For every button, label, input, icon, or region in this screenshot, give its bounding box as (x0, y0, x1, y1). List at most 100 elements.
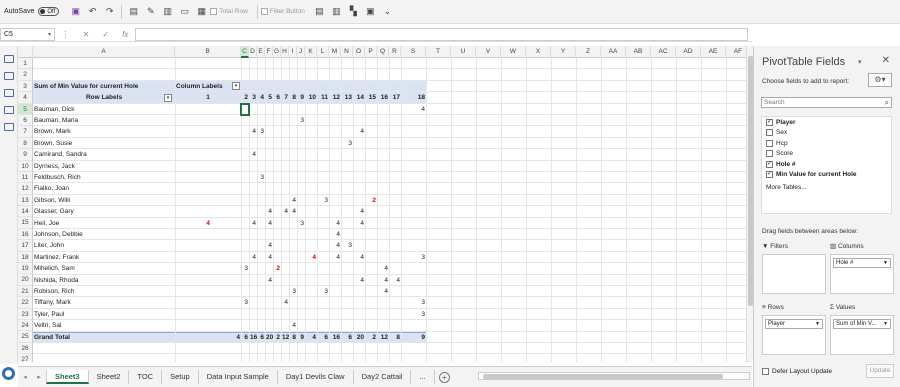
pivot-value[interactable]: 4 (354, 275, 364, 286)
pivot-values-header[interactable]: Sum of Min Value for current Hole (34, 81, 174, 92)
grand-total-value[interactable]: 2 (274, 332, 280, 343)
hole-header[interactable]: 3 (250, 92, 256, 103)
field-checkbox[interactable] (766, 150, 773, 158)
row-header-7[interactable]: 7 (18, 126, 32, 138)
hole-header[interactable]: 16 (378, 92, 388, 103)
column-header-k[interactable]: K (305, 46, 317, 58)
column-header-t[interactable]: T (426, 46, 451, 58)
settings-gear-icon[interactable] (2, 367, 15, 380)
pivot-value[interactable]: 3 (318, 286, 328, 297)
row-header-24[interactable]: 24 (18, 320, 32, 332)
hole-header[interactable]: 12 (330, 92, 340, 103)
chevron-down-icon[interactable]: ▼ (883, 320, 888, 328)
pivot-value[interactable]: 4 (266, 252, 272, 263)
field-item[interactable]: Score (762, 149, 891, 160)
row-header-19[interactable]: 19 (18, 263, 32, 275)
pivot-value[interactable]: 3 (298, 115, 304, 126)
pivot-value[interactable]: 4 (354, 126, 364, 137)
update-button[interactable]: Update (866, 364, 894, 378)
grand-total-value[interactable]: 16 (250, 332, 257, 343)
column-header-q[interactable]: Q (377, 46, 389, 58)
player-name[interactable]: Camirand, Sandra (34, 149, 174, 160)
row-header-22[interactable]: 22 (18, 297, 32, 309)
grand-total-value[interactable]: 20 (354, 332, 364, 343)
rows-field-pill[interactable]: Player ▼ (765, 319, 823, 329)
pivot-value[interactable]: 4 (250, 218, 256, 229)
row-header-25[interactable]: 25 (18, 331, 32, 343)
row-header-16[interactable]: 16 (18, 229, 32, 241)
checker-icon[interactable]: ▚ (348, 6, 359, 17)
player-name[interactable]: Heil, Joe (34, 218, 174, 229)
chart-view-icon[interactable] (3, 106, 14, 114)
column-header-v[interactable]: V (476, 46, 501, 58)
pivot-value[interactable]: 4 (250, 252, 256, 263)
pivot-value[interactable]: 4 (390, 275, 400, 286)
picture-icon[interactable]: ▣ (365, 6, 376, 17)
column-header-y[interactable]: Y (551, 46, 576, 58)
player-name[interactable]: Brown, Susie (34, 138, 174, 149)
column-header-n[interactable]: N (341, 46, 353, 58)
row-header-11[interactable]: 11 (18, 172, 32, 184)
columns-field-pill[interactable]: Hole # ▼ (833, 258, 891, 268)
pivot-value[interactable]: 3 (402, 252, 425, 263)
pivot-value[interactable]: 4 (290, 206, 296, 217)
columns-area[interactable]: ▥ Columns Hole # ▼ (830, 242, 894, 294)
add-sheet-icon[interactable]: + (438, 371, 450, 383)
grid-icon[interactable]: ▦ (196, 6, 207, 17)
column-header-af[interactable]: AF (726, 46, 746, 58)
column-header-aa[interactable]: AA (601, 46, 626, 58)
edit-icon[interactable]: ✎ (145, 6, 156, 17)
column-header-f[interactable]: F (265, 46, 273, 58)
pivot-value[interactable]: 4 (282, 297, 288, 308)
pivot-value[interactable]: 3 (342, 240, 352, 251)
column-header-l[interactable]: L (317, 46, 329, 58)
defer-checkbox[interactable] (762, 368, 769, 375)
tab-prev-icon[interactable]: ◂ (18, 373, 32, 381)
column-header-o[interactable]: O (353, 46, 365, 58)
pivot-value[interactable]: 4 (354, 252, 364, 263)
formula-input[interactable] (135, 27, 748, 41)
row-header-26[interactable]: 26 (18, 343, 32, 355)
pivot-value[interactable]: 3 (298, 218, 304, 229)
redo-icon[interactable]: ↷ (104, 6, 115, 17)
form-icon[interactable]: ▭ (179, 6, 190, 17)
sheet-tab[interactable]: Sheet3 (46, 370, 89, 384)
field-checkbox[interactable]: ✓ (766, 171, 773, 179)
column-labels-header[interactable]: Column Labels (176, 81, 240, 92)
row-labels-filter-icon[interactable]: ▾ (164, 93, 172, 102)
sheet-tab[interactable]: TOC (129, 370, 163, 384)
field-checkbox[interactable]: ✓ (766, 118, 773, 126)
chevron-down-icon[interactable]: ▼ (883, 259, 888, 267)
hole-header[interactable]: 6 (274, 92, 280, 103)
hole-header[interactable]: 14 (354, 92, 364, 103)
sheet-tab[interactable]: Data Input Sample (199, 370, 278, 384)
pivot-value[interactable]: 4 (330, 252, 340, 263)
row-header-2[interactable]: 2 (18, 69, 32, 81)
chevron-down-icon[interactable]: ▾ (48, 31, 51, 38)
autosave-toggle[interactable]: Off (38, 7, 60, 16)
field-item[interactable]: ✓ Player (762, 117, 891, 128)
player-name[interactable]: Martinez, Frank (34, 252, 174, 263)
row-header-6[interactable]: 6 (18, 115, 32, 127)
enter-icon[interactable]: ✓ (102, 30, 109, 39)
pivot-value[interactable]: 4 (266, 240, 272, 251)
values-field-pill[interactable]: Sum of Min V... ▼ (833, 319, 891, 329)
pivot-value[interactable]: 4 (250, 126, 256, 137)
search-icon[interactable]: ⌕ (885, 98, 889, 107)
values-dropzone[interactable]: Sum of Min V... ▼ (830, 315, 894, 355)
scroll-thumb[interactable] (483, 374, 723, 379)
rows-area[interactable]: ≡ Rows Player ▼ (762, 303, 826, 355)
select-all-corner[interactable] (18, 46, 33, 58)
pivot-value[interactable]: 4 (378, 275, 388, 286)
row-header-5[interactable]: 5 (18, 103, 32, 115)
row-header-8[interactable]: 8 (18, 138, 32, 150)
pivot-value[interactable]: 3 (258, 126, 264, 137)
field-item[interactable]: Hcp (762, 138, 891, 149)
grand-total-value[interactable]: 6 (318, 332, 328, 343)
undo-icon[interactable]: ↶ (87, 6, 98, 17)
row-header-4[interactable]: 4 (18, 92, 32, 104)
hole-header[interactable]: 13 (342, 92, 352, 103)
pivot-value[interactable]: 2 (274, 263, 280, 274)
grand-total-value[interactable]: 8 (390, 332, 400, 343)
player-name[interactable]: Nishida, Rhoda (34, 275, 174, 286)
